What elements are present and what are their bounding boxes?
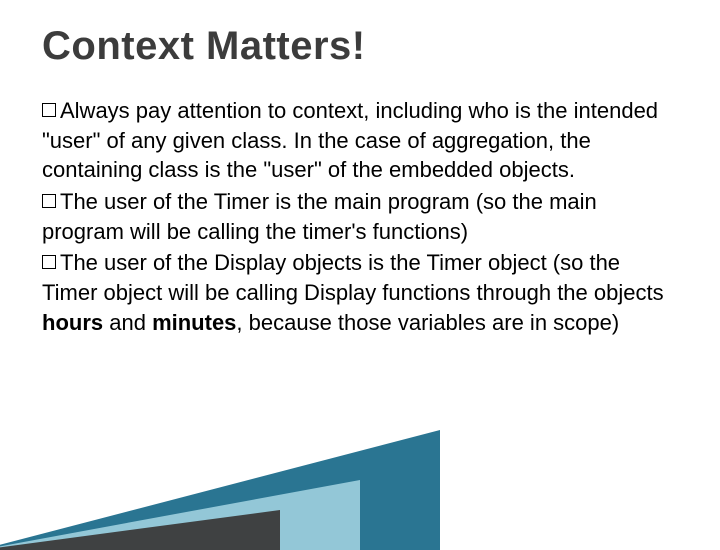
bullet-2-lead: The bbox=[60, 189, 98, 214]
bullet-marker-icon bbox=[42, 194, 56, 208]
bullet-1: Always pay attention to context, includi… bbox=[42, 96, 678, 185]
bullet-3-bold-hours: hours bbox=[42, 310, 103, 335]
bullet-1-rest: pay attention to context, including who … bbox=[42, 98, 658, 182]
bullet-3-lead: The bbox=[60, 250, 98, 275]
bullet-3-after: , because those variables are in scope) bbox=[236, 310, 619, 335]
slide-title: Context Matters! bbox=[42, 24, 366, 69]
slide-body: Always pay attention to context, includi… bbox=[42, 96, 678, 340]
bullet-2: The user of the Timer is the main progra… bbox=[42, 187, 678, 246]
bullet-3-bold-minutes: minutes bbox=[152, 310, 236, 335]
bullet-marker-icon bbox=[42, 255, 56, 269]
bullet-3-mid: and bbox=[103, 310, 152, 335]
bullet-marker-icon bbox=[42, 103, 56, 117]
bullet-1-lead: Always bbox=[60, 98, 130, 123]
bullet-2-rest: user of the Timer is the main program (s… bbox=[42, 189, 597, 244]
decorative-wedge-dark bbox=[0, 510, 280, 550]
bullet-3-before: user of the Display objects is the Timer… bbox=[42, 250, 664, 305]
bullet-3: The user of the Display objects is the T… bbox=[42, 248, 678, 337]
